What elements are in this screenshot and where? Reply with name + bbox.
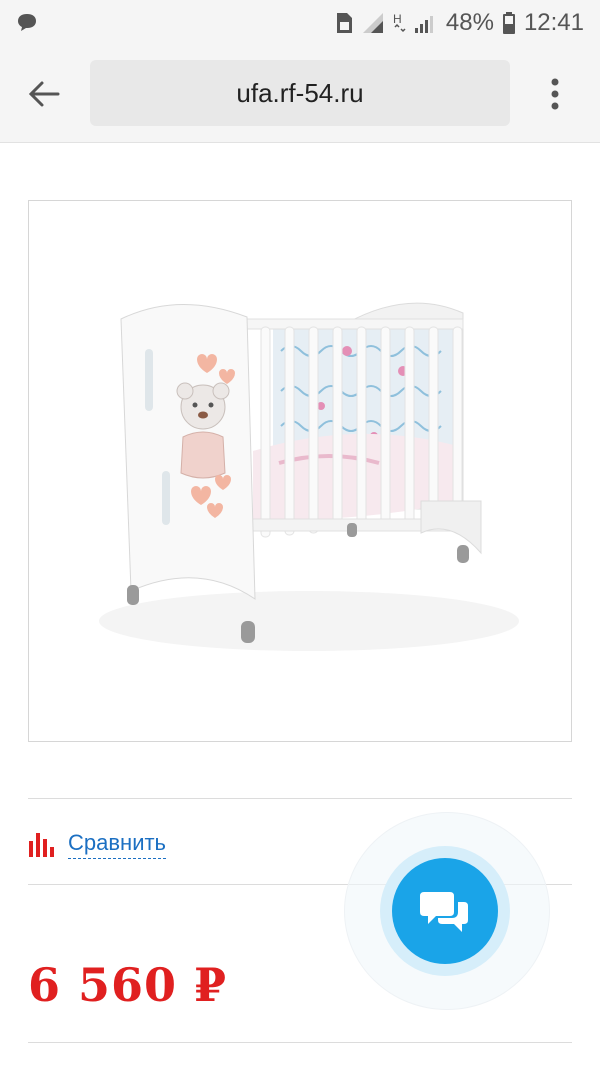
chat-button[interactable] <box>392 858 498 964</box>
url-text: ufa.rf-54.ru <box>236 77 364 108</box>
signal-1-icon <box>362 13 383 33</box>
sim-card-icon <box>336 13 352 33</box>
network-h-icon: H <box>393 12 406 33</box>
clock: 12:41 <box>523 9 584 36</box>
svg-text:H: H <box>393 12 402 26</box>
product-image[interactable] <box>28 200 572 742</box>
back-arrow-icon[interactable] <box>26 76 62 112</box>
browser-toolbar: ufa.rf-54.ru <box>0 46 600 143</box>
divider <box>28 798 572 799</box>
compare-chart-icon <box>29 833 54 857</box>
battery-icon <box>502 12 515 34</box>
address-bar[interactable]: ufa.rf-54.ru <box>90 60 510 126</box>
chat-bubbles-icon <box>420 892 468 932</box>
crib-illustration <box>99 302 519 651</box>
battery-percent: 48% <box>445 9 494 36</box>
divider <box>28 1042 572 1043</box>
status-bar: H 48% 12:41 <box>0 0 600 46</box>
compare-label[interactable]: Сравнить <box>68 830 167 859</box>
compare-link[interactable]: Сравнить <box>28 824 167 864</box>
signal-2-icon <box>414 16 433 33</box>
message-notification-icon <box>18 14 36 31</box>
product-price: 6 560 ₽ <box>28 958 228 1012</box>
overflow-menu-icon[interactable] <box>540 74 570 114</box>
